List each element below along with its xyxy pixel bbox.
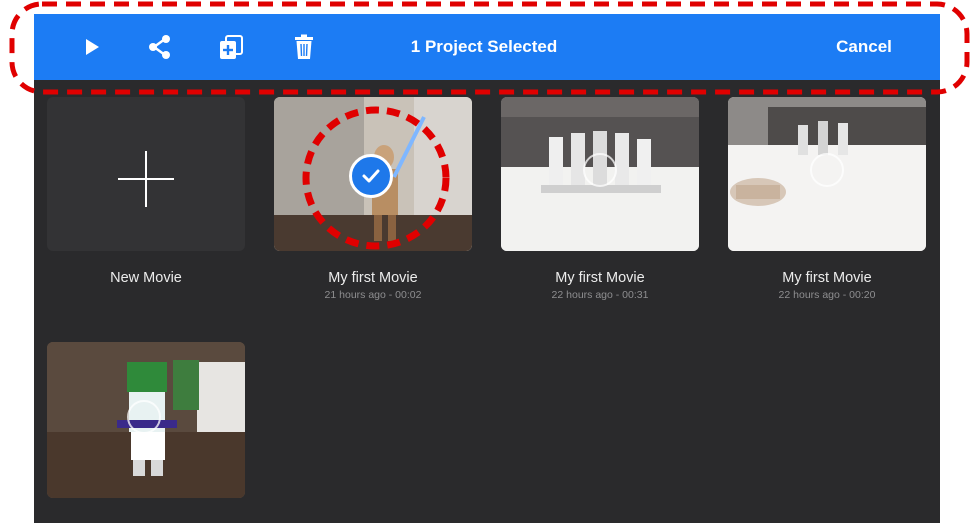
play-icon[interactable] bbox=[78, 33, 106, 61]
project-meta: 22 hours ago - 00:20 bbox=[778, 289, 876, 301]
selected-checkmark-icon[interactable] bbox=[349, 154, 393, 198]
project-title: My first Movie bbox=[782, 270, 872, 286]
selection-ring-icon[interactable] bbox=[583, 153, 617, 187]
project-thumbnail[interactable] bbox=[47, 342, 245, 498]
share-icon[interactable] bbox=[146, 33, 174, 61]
project-title: My first Movie bbox=[328, 270, 418, 286]
selection-count-title: 1 Project Selected bbox=[410, 37, 558, 56]
cancel-button[interactable]: Cancel bbox=[814, 37, 914, 57]
app-screen: 1 Project Selected Cancel New Movie My f… bbox=[34, 14, 940, 523]
duplicate-icon[interactable] bbox=[217, 33, 245, 61]
project-meta: 21 hours ago - 00:02 bbox=[324, 289, 422, 301]
new-movie-tile[interactable] bbox=[47, 97, 245, 251]
project-thumbnail[interactable] bbox=[501, 97, 699, 251]
selection-ring-icon[interactable] bbox=[810, 153, 844, 187]
selection-ring-icon[interactable] bbox=[127, 400, 161, 434]
project-title: My first Movie bbox=[555, 270, 645, 286]
project-title: New Movie bbox=[110, 270, 182, 286]
trash-icon[interactable] bbox=[290, 33, 318, 61]
project-meta: 22 hours ago - 00:31 bbox=[551, 289, 649, 301]
project-thumbnail[interactable] bbox=[728, 97, 926, 251]
selection-toolbar: 1 Project Selected Cancel bbox=[34, 14, 940, 80]
